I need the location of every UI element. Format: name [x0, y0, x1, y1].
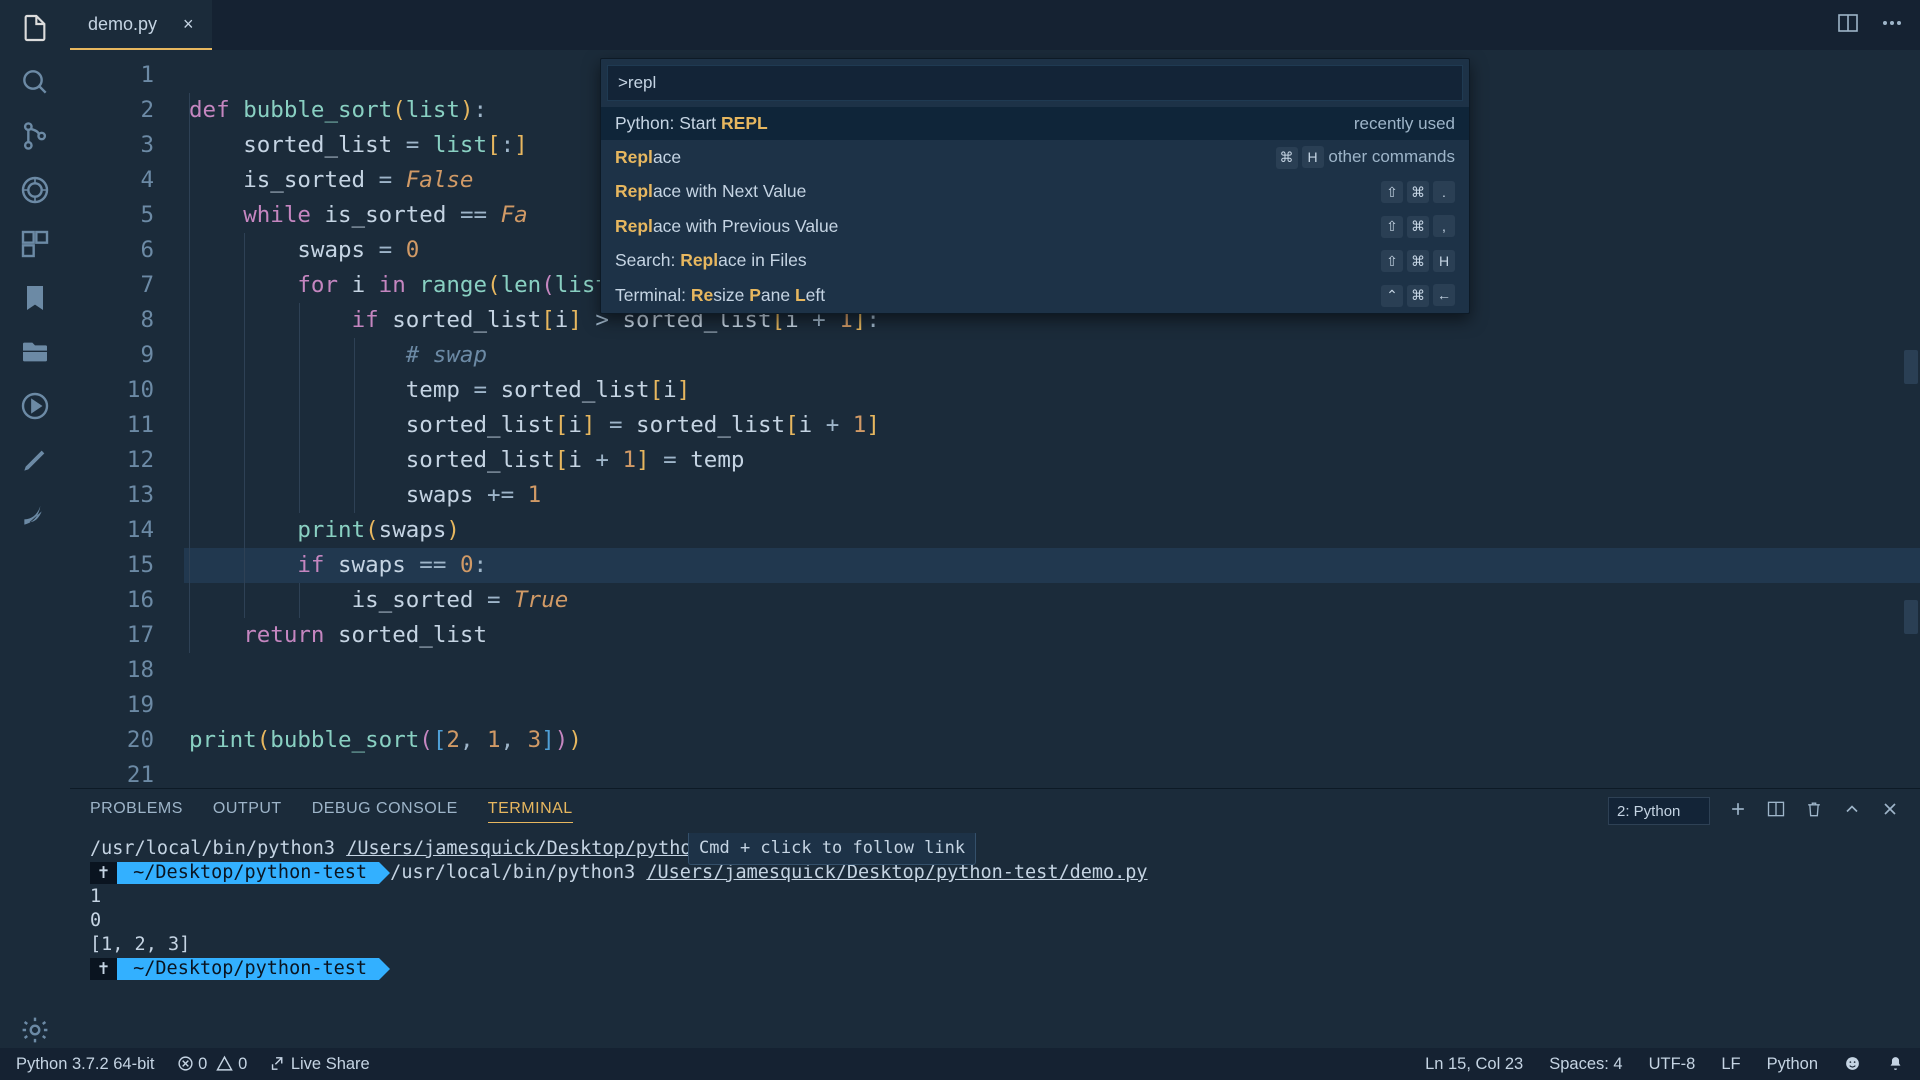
explorer-icon[interactable]	[17, 10, 53, 46]
tab-bar: demo.py ×	[70, 0, 1920, 50]
close-panel-icon[interactable]	[1880, 799, 1900, 824]
bookmark-icon[interactable]	[17, 280, 53, 316]
panel-tab-debug-console[interactable]: DEBUG CONSOLE	[312, 800, 458, 822]
edit-icon[interactable]	[17, 442, 53, 478]
wing-icon[interactable]	[17, 496, 53, 532]
prompt-segment: ✝	[90, 958, 117, 980]
command-palette-item[interactable]: Replace with Previous Value⇧⌘,	[601, 209, 1469, 244]
prompt-path: ~/Desktop/python-test	[117, 862, 379, 884]
terminal-selector[interactable]: 2: Python	[1608, 797, 1710, 825]
extensions-icon[interactable]	[17, 226, 53, 262]
source-control-icon[interactable]	[17, 118, 53, 154]
editor-tab-demo[interactable]: demo.py ×	[70, 0, 212, 50]
terminal-text: /usr/local/bin/python3	[90, 838, 346, 859]
command-palette-item[interactable]: Replace with Next Value⇧⌘.	[601, 175, 1469, 210]
command-palette: Python: Start REPL recently usedReplace⌘…	[600, 58, 1470, 314]
more-actions-icon[interactable]	[1880, 11, 1904, 40]
close-tab-icon[interactable]: ×	[183, 14, 194, 35]
split-editor-icon[interactable]	[1836, 11, 1860, 40]
run-icon[interactable]	[17, 388, 53, 424]
encoding-status[interactable]: UTF-8	[1649, 1055, 1696, 1074]
link-tooltip: Cmd + click to follow link	[688, 833, 976, 865]
folder-icon[interactable]	[17, 334, 53, 370]
feedback-icon[interactable]	[1844, 1055, 1861, 1074]
status-bar: Python 3.7.2 64-bit 0 0 Live Share Ln 15…	[0, 1048, 1920, 1080]
terminal-output[interactable]: /usr/local/bin/python3 /Users/jamesquick…	[70, 833, 1920, 1048]
search-icon[interactable]	[17, 64, 53, 100]
command-palette-item[interactable]: Search: Replace in Files⇧⌘H	[601, 244, 1469, 279]
eol-status[interactable]: LF	[1721, 1055, 1740, 1074]
prompt-path: ~/Desktop/python-test	[117, 958, 379, 980]
live-share-status[interactable]: Live Share	[269, 1055, 369, 1074]
cursor-position-status[interactable]: Ln 15, Col 23	[1425, 1055, 1523, 1074]
panel-tab-problems[interactable]: PROBLEMS	[90, 800, 183, 822]
command-palette-item[interactable]: Replace⌘H other commands	[601, 140, 1469, 175]
command-palette-item[interactable]: Python: Start REPL recently used	[601, 107, 1469, 140]
tab-title: demo.py	[88, 14, 157, 35]
language-mode-status[interactable]: Python	[1767, 1055, 1818, 1074]
line-number-gutter: 123456789101112131415161718192021	[70, 58, 184, 788]
terminal-link[interactable]: /Users/jamesquick/Desktop/python-test/de…	[646, 862, 1147, 883]
editor[interactable]: 123456789101112131415161718192021 def bu…	[70, 50, 1920, 788]
command-palette-item[interactable]: Terminal: Resize Pane Left⌃⌘←	[601, 278, 1469, 313]
bottom-panel: PROBLEMS OUTPUT DEBUG CONSOLE TERMINAL 2: P…	[70, 788, 1920, 1048]
python-env-status[interactable]: Python 3.7.2 64-bit	[16, 1055, 155, 1074]
prompt-segment: ✝	[90, 862, 117, 884]
new-terminal-icon[interactable]	[1728, 799, 1748, 824]
minimap[interactable]	[1900, 50, 1920, 788]
panel-tab-terminal[interactable]: TERMINAL	[488, 800, 573, 823]
activity-bar	[0, 0, 70, 1048]
debug-icon[interactable]	[17, 172, 53, 208]
indentation-status[interactable]: Spaces: 4	[1549, 1055, 1622, 1074]
command-palette-input[interactable]	[607, 65, 1463, 101]
settings-gear-icon[interactable]	[17, 1012, 53, 1048]
maximize-panel-icon[interactable]	[1842, 799, 1862, 824]
problems-status[interactable]: 0 0	[177, 1055, 248, 1074]
panel-tab-output[interactable]: OUTPUT	[213, 800, 282, 822]
kill-terminal-icon[interactable]	[1804, 799, 1824, 824]
split-terminal-icon[interactable]	[1766, 799, 1786, 824]
notifications-icon[interactable]	[1887, 1055, 1904, 1074]
